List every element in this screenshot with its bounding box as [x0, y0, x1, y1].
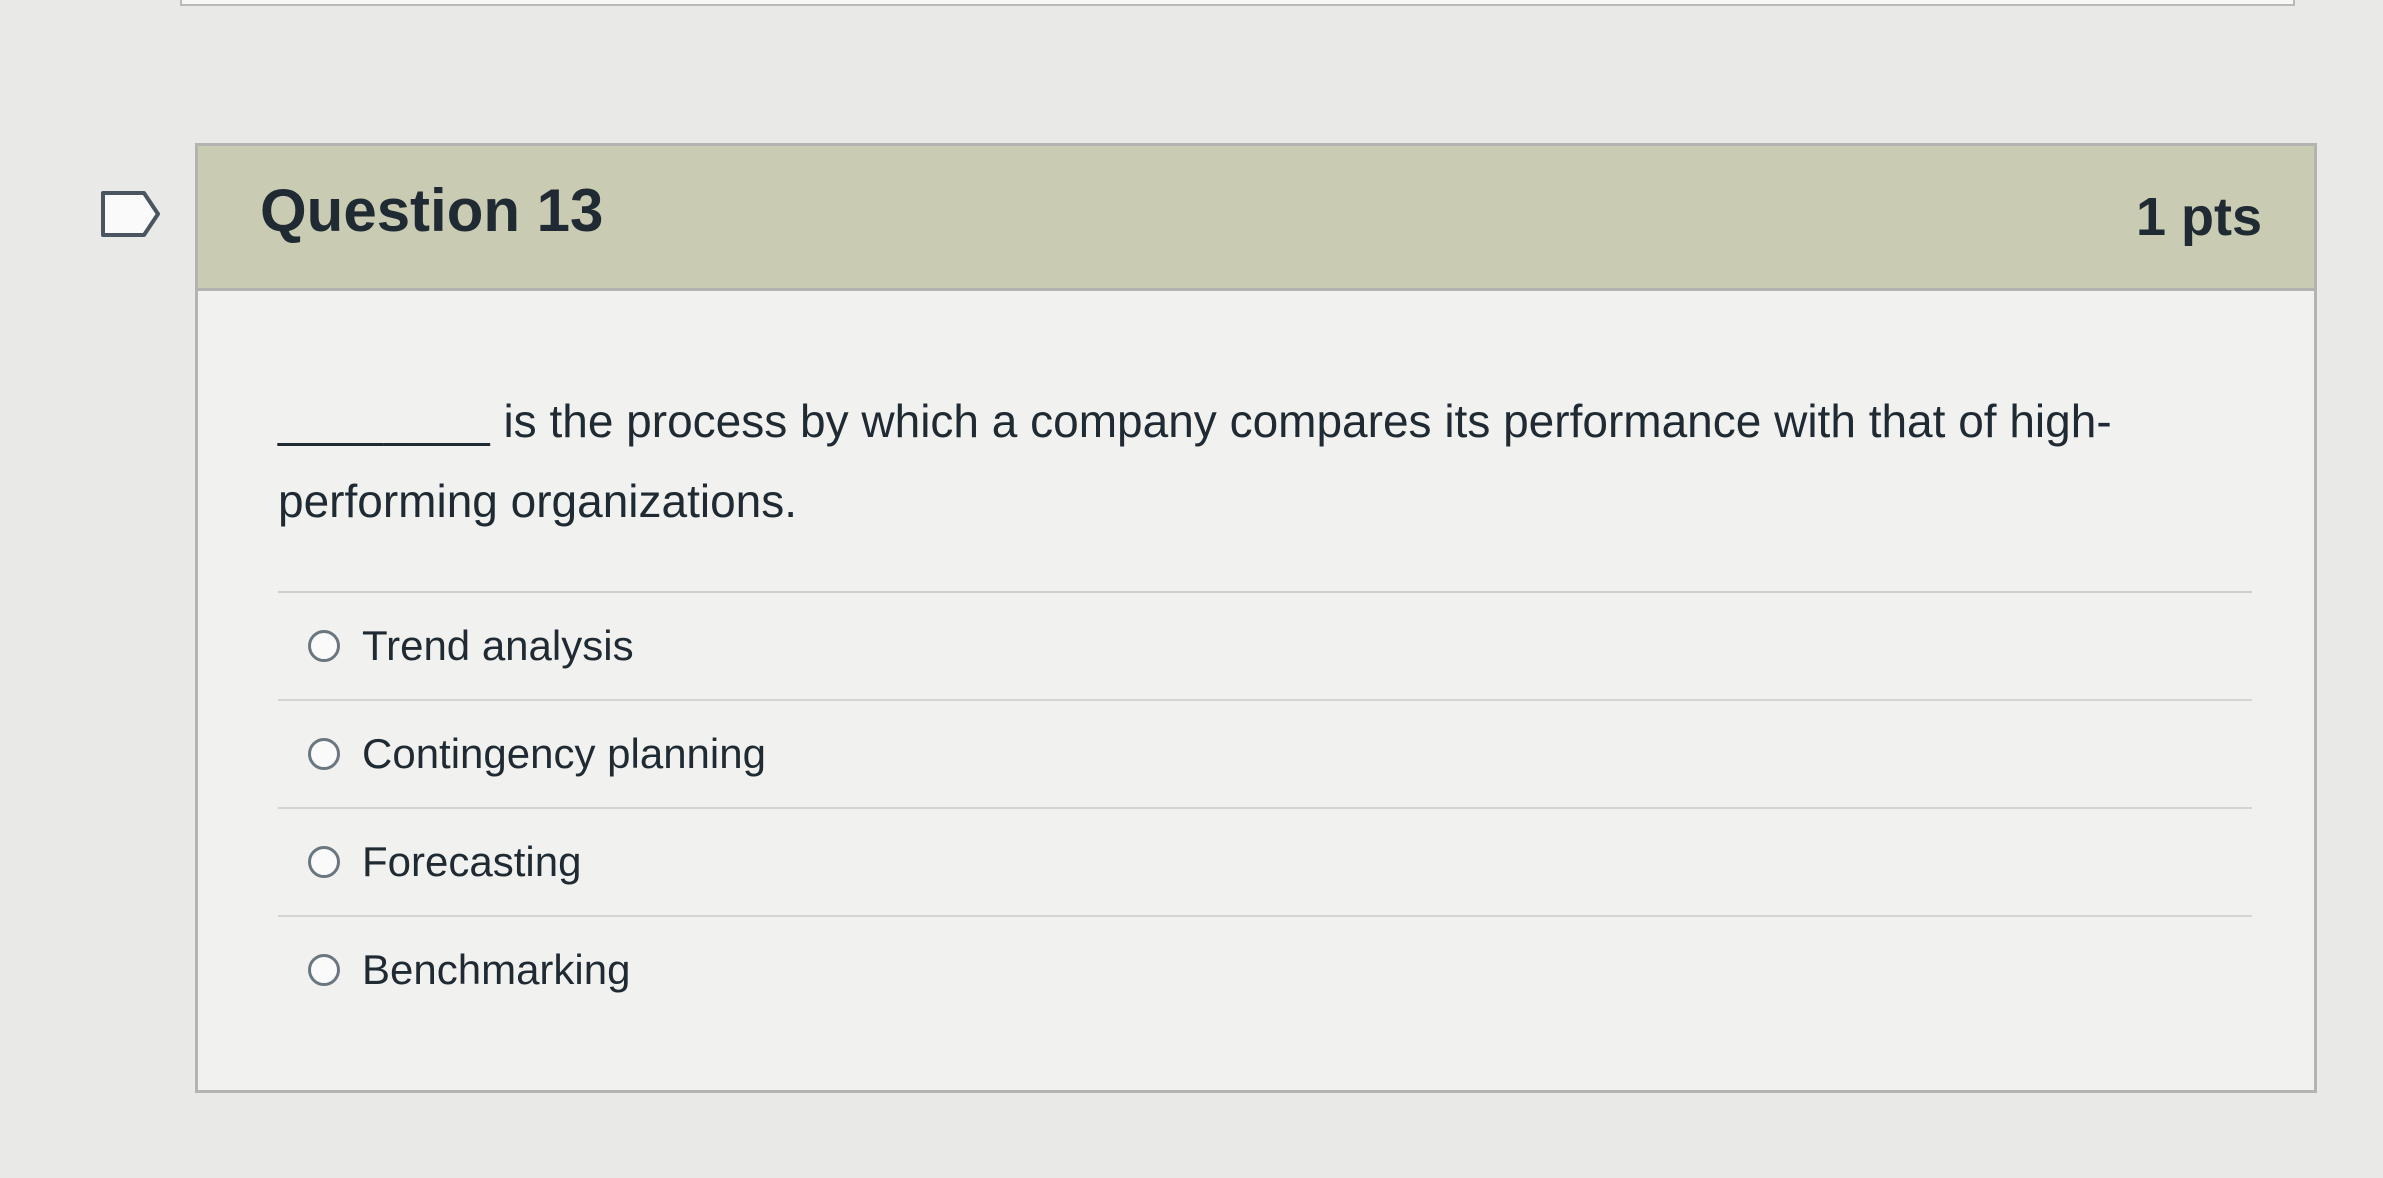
answer-option[interactable]: Forecasting [278, 809, 2252, 917]
fill-in-blank: ________ [278, 395, 491, 447]
question-body: ________ is the process by which a compa… [198, 291, 2314, 1023]
answer-label: Benchmarking [362, 946, 631, 993]
answer-label: Contingency planning [362, 730, 766, 777]
radio-button-icon[interactable] [308, 738, 340, 770]
radio-button-icon[interactable] [308, 954, 340, 986]
question-header: Question 13 1 pts [198, 146, 2314, 291]
answer-option[interactable]: Benchmarking [278, 917, 2252, 1023]
question-points: 1 pts [2135, 187, 2262, 247]
radio-button-icon[interactable] [308, 846, 340, 878]
previous-question-border [180, 0, 2295, 6]
question-text: ________ is the process by which a compa… [278, 381, 2218, 541]
answer-list: Trend analysis Contingency planning Fore… [278, 591, 2252, 1023]
question-prompt: is the process by which a company compar… [278, 395, 2112, 527]
flag-question-icon[interactable] [100, 190, 162, 238]
question-title: Question 13 [260, 177, 604, 244]
answer-option[interactable]: Contingency planning [278, 701, 2252, 809]
answer-label: Forecasting [362, 838, 582, 885]
answer-option[interactable]: Trend analysis [278, 593, 2252, 701]
answer-label: Trend analysis [362, 622, 634, 669]
question-card: Question 13 1 pts ________ is the proces… [195, 143, 2317, 1093]
radio-button-icon[interactable] [308, 630, 340, 662]
